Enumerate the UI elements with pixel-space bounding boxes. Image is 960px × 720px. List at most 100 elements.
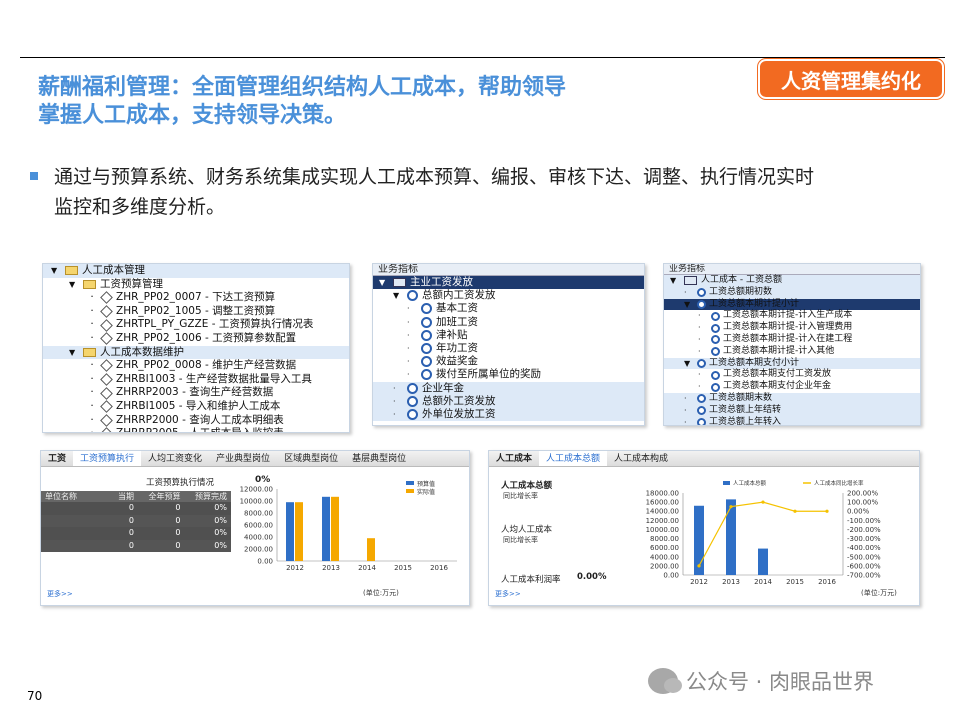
- tree-row[interactable]: · 工资总额本期支付工资发放: [664, 369, 920, 381]
- more-link[interactable]: 更多>>: [495, 589, 521, 599]
- transaction-icon: [100, 291, 113, 305]
- tree-row[interactable]: ▼ 工资总额本期支付小计: [664, 357, 920, 370]
- expand-arrow-icon[interactable]: ▼: [51, 264, 61, 278]
- column-header: 预算完成: [195, 492, 227, 501]
- tree-row[interactable]: · 总额外工资发放: [373, 394, 644, 408]
- y2-tick-label: -700.00%: [847, 572, 881, 580]
- folder-icon: [83, 279, 96, 289]
- tree-row[interactable]: ▼ 总额内工资发放: [373, 289, 644, 302]
- expand-arrow-icon[interactable]: ▼: [684, 358, 694, 370]
- table-row[interactable]: 0 0 0%: [41, 514, 231, 527]
- tree-row[interactable]: · 工资总额期初数: [664, 286, 920, 299]
- tree-row-label: ZHRBI1003 - 生产经营数据批量导入工具: [116, 372, 312, 385]
- tab-0[interactable]: 工资: [41, 451, 73, 466]
- tree-row[interactable]: ▼ 人工成本管理: [43, 264, 349, 278]
- tree-row[interactable]: · 外单位发放工资: [373, 407, 644, 422]
- tree-row[interactable]: · 加班工资: [373, 316, 644, 329]
- tree-row[interactable]: · 工资总额期末数: [664, 392, 920, 405]
- tree-row[interactable]: ▼ 工资预算管理: [43, 278, 349, 292]
- tab-1[interactable]: 工资预算执行: [73, 451, 142, 466]
- transaction-icon: [100, 413, 113, 427]
- tree-row[interactable]: ▼ 主业工资发放: [373, 276, 644, 290]
- bullet-dot-icon: ·: [393, 396, 396, 406]
- table-cell: 0: [128, 528, 134, 537]
- query-icon: [697, 358, 706, 368]
- tab-4[interactable]: 区域典型岗位: [277, 451, 345, 466]
- tree-row[interactable]: · 工资总额本期计提-计入生产成本: [664, 310, 920, 322]
- bullet-dot-icon: ·: [698, 382, 701, 392]
- table-cell: 0%: [214, 540, 227, 550]
- tree-row[interactable]: · ZHR_PP02_0008 - 维护生产经营数据: [43, 359, 349, 373]
- expand-arrow-icon[interactable]: ▼: [69, 278, 79, 292]
- tree-row[interactable]: · 工资总额上年结转: [664, 404, 920, 417]
- y-tick-label: 0.00: [257, 558, 273, 566]
- tree-row[interactable]: · ZHRTPL_PY_GZZE - 工资预算执行情况表: [43, 318, 349, 332]
- tab-0[interactable]: 人工成本: [489, 451, 539, 466]
- tree-row-label: 工资总额上年结转: [709, 404, 782, 415]
- tree-row[interactable]: · ZHR_PP02_1005 - 调整工资预算: [43, 305, 349, 319]
- y2-tick-label: -500.00%: [847, 553, 881, 561]
- x-tick-label: 2013: [322, 564, 340, 572]
- x-tick-label: 2013: [722, 578, 740, 585]
- tab-3[interactable]: 产业典型岗位: [209, 451, 277, 466]
- tree-row[interactable]: · ZHRRP2003 - 查询生产经营数据: [43, 386, 349, 400]
- tree-row[interactable]: · 效益奖金: [373, 355, 644, 368]
- y-tick-label: 10000.00: [646, 526, 679, 534]
- expand-arrow-icon[interactable]: ▼: [393, 289, 403, 302]
- tree-row[interactable]: ▼ 人工成本数据维护: [43, 345, 349, 360]
- tree-row[interactable]: · 基本工资: [373, 302, 644, 315]
- tree-row[interactable]: · 年功工资: [373, 342, 644, 355]
- transaction-icon: [100, 373, 113, 386]
- table-cell: [41, 527, 92, 540]
- tree-row[interactable]: · 工资总额上年转入: [664, 416, 920, 425]
- tree-row[interactable]: · ZHRRP2005 - 人工成本导入监控表: [43, 427, 349, 432]
- folder-icon: [65, 266, 78, 276]
- more-link[interactable]: 更多>>: [47, 589, 73, 599]
- tab-2[interactable]: 人均工资变化: [141, 451, 209, 466]
- tab-1[interactable]: 人工成本总额: [539, 451, 608, 466]
- tree-row[interactable]: ▼ 人工成本 - 工资总额: [664, 275, 920, 287]
- y-tick-label: 8000.00: [650, 535, 679, 543]
- query-icon: [407, 382, 418, 394]
- table-row[interactable]: 0 0 0%: [41, 539, 231, 552]
- expand-arrow-icon[interactable]: ▼: [379, 276, 389, 289]
- tree-row[interactable]: · 工资总额本期支付企业年金: [664, 381, 920, 393]
- tree-row[interactable]: · ZHRRP2000 - 查询人工成本明细表: [43, 414, 349, 428]
- tab-5[interactable]: 基层典型岗位: [345, 451, 413, 466]
- tree-row[interactable]: · 工资总额本期计提-计入在建工程: [664, 334, 920, 346]
- expand-arrow-icon[interactable]: ▼: [69, 346, 79, 360]
- tree-row[interactable]: · 工资总额本期计提-计入其他: [664, 346, 920, 358]
- tree-row-label: 总额内工资发放: [422, 289, 496, 302]
- bullet-dot-icon: ·: [87, 427, 97, 432]
- bullet-dot-icon: ·: [698, 334, 701, 344]
- transaction-icon: [100, 359, 113, 373]
- tree-row[interactable]: · ZHRBI1003 - 生产经营数据批量导入工具: [43, 373, 349, 387]
- table-cell: 0%: [214, 528, 227, 537]
- y-tick-label: 12000.00: [646, 517, 679, 525]
- y-tick-label: 2000.00: [650, 562, 679, 570]
- tree-row[interactable]: · 拨付至所属单位的奖励: [373, 368, 644, 381]
- transaction-icon: [100, 427, 113, 432]
- bullet-dot-icon: ·: [698, 323, 701, 333]
- x-tick-label: 2012: [690, 578, 708, 585]
- tree-row[interactable]: · ZHRBI1005 - 导入和维护人工成本: [43, 400, 349, 414]
- expand-arrow-icon[interactable]: ▼: [684, 299, 694, 311]
- y-tick-label: 4000.00: [650, 553, 679, 561]
- folder-icon: [83, 347, 96, 357]
- tree-row[interactable]: · 津补贴: [373, 329, 644, 342]
- tree-row[interactable]: · ZHR_PP02_1006 - 工资预算参数配置: [43, 332, 349, 346]
- legend-label: 预算值: [417, 480, 435, 488]
- table-row[interactable]: 0 0 0%: [41, 527, 231, 540]
- table-cell: 0: [175, 540, 181, 550]
- budget-bar-chart: 12000.00 10000.00 8000.00 6000.00 4000.00 200…: [240, 480, 457, 572]
- tree-row[interactable]: · ZHR_PP02_0007 - 下达工资预算: [43, 291, 349, 305]
- tree-row[interactable]: · 工资总额本期计提-计入管理费用: [664, 322, 920, 334]
- panel-tabs: 工资 工资预算执行 人均工资变化 产业典型岗位 区域典型岗位 基层典型岗位: [41, 451, 469, 467]
- expand-arrow-icon[interactable]: ▼: [670, 275, 680, 287]
- salary-budget-panel: 工资 工资预算执行 人均工资变化 产业典型岗位 区域典型岗位 基层典型岗位 工资预算执行情…: [40, 450, 470, 606]
- table-row[interactable]: 0 0 0%: [41, 502, 231, 515]
- tree-row[interactable]: · 企业年金: [373, 381, 644, 395]
- table-icon: [393, 278, 406, 288]
- tree-row[interactable]: ▼ 工资总额本期计提小计: [664, 298, 920, 311]
- tab-2[interactable]: 人工成本构成: [607, 451, 675, 466]
